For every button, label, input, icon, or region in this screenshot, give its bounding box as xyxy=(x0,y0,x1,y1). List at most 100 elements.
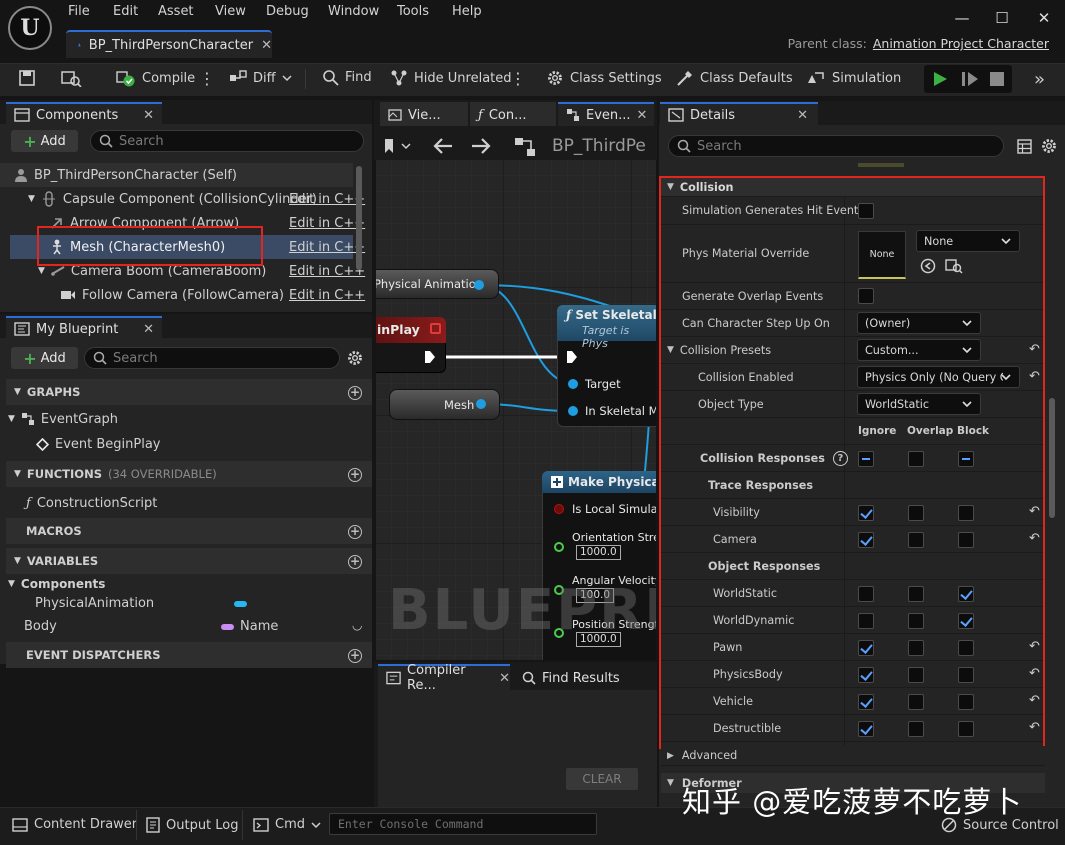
content-drawer-button[interactable]: Content Drawer xyxy=(12,817,137,832)
tab-find-results[interactable]: Find Results xyxy=(514,664,644,690)
add-blueprint-item-button[interactable]: + Add xyxy=(11,347,78,369)
close-icon[interactable]: ✕ xyxy=(143,108,154,123)
tab-my-blueprint[interactable]: My Blueprint ✕ xyxy=(6,316,162,340)
edit-in-cpp-link[interactable]: Edit in C++ xyxy=(289,288,365,303)
back-arrow-icon[interactable] xyxy=(432,137,454,155)
close-icon[interactable]: ✕ xyxy=(261,38,272,53)
component-root[interactable]: BP_ThirdPersonCharacter (Self) xyxy=(0,163,353,187)
menu-asset[interactable]: Asset xyxy=(158,4,194,19)
exec-in-pin[interactable] xyxy=(566,350,578,364)
camera-icon xyxy=(61,291,75,299)
gear-icon[interactable] xyxy=(346,349,364,367)
edit-in-cpp-link[interactable]: Edit in C++ xyxy=(289,264,365,279)
cmd-dropdown[interactable]: Cmd xyxy=(253,817,321,832)
table-view-icon[interactable] xyxy=(1017,139,1032,154)
toolbar-overflow-icon[interactable]: » xyxy=(1034,69,1045,90)
tab-event-graph[interactable]: Even... ✕ xyxy=(558,102,654,126)
variable-physical-animation[interactable]: PhysicalAnimation xyxy=(35,592,154,614)
graph-event-graph[interactable]: ▼ EventGraph xyxy=(8,407,118,431)
tab-details[interactable]: Details ✕ xyxy=(660,102,818,126)
input-pin[interactable] xyxy=(568,379,578,389)
add-macro-icon[interactable]: + xyxy=(348,525,362,539)
blueprint-search-input[interactable]: Search xyxy=(84,347,340,369)
menu-window[interactable]: Window xyxy=(328,4,379,19)
play-icon[interactable] xyxy=(931,70,949,88)
browse-icon[interactable] xyxy=(60,69,82,87)
close-icon[interactable]: ✕ xyxy=(797,108,808,123)
add-graph-icon[interactable]: + xyxy=(348,386,362,400)
save-icon[interactable] xyxy=(18,69,36,87)
close-icon[interactable]: ✕ xyxy=(143,322,154,337)
tab-viewport[interactable]: Vie... xyxy=(380,102,468,126)
section-graphs[interactable]: ▼ GRAPHS xyxy=(6,379,372,405)
add-function-icon[interactable]: + xyxy=(348,468,362,482)
menu-debug[interactable]: Debug xyxy=(266,4,309,19)
simulation-button[interactable]: Simulation xyxy=(806,69,901,87)
float-pin[interactable] xyxy=(554,542,564,552)
details-scrollbar[interactable] xyxy=(1049,398,1055,518)
maximize-button[interactable]: ☐ xyxy=(988,6,1016,30)
forward-arrow-icon[interactable] xyxy=(470,137,492,155)
variable-body[interactable]: Body xyxy=(24,615,57,637)
add-component-button[interactable]: + Add xyxy=(11,130,78,152)
menu-help[interactable]: Help xyxy=(452,4,482,19)
clear-button[interactable]: CLEAR xyxy=(566,768,638,790)
bookmark-icon[interactable] xyxy=(382,138,412,154)
menu-tools[interactable]: Tools xyxy=(397,4,429,19)
close-icon[interactable]: ✕ xyxy=(499,671,510,686)
output-pin[interactable] xyxy=(474,280,484,290)
exec-out-pin[interactable] xyxy=(424,350,436,364)
menu-view[interactable]: View xyxy=(215,4,246,19)
tab-components[interactable]: Components ✕ xyxy=(6,102,162,126)
output-pin[interactable] xyxy=(476,399,486,409)
object-type-pill-icon xyxy=(234,601,247,607)
gear-icon[interactable] xyxy=(1040,137,1058,155)
output-log-button[interactable]: Output Log xyxy=(146,817,239,833)
close-window-button[interactable]: ✕ xyxy=(1030,6,1058,30)
menu-edit[interactable]: Edit xyxy=(113,4,138,19)
diff-button[interactable]: Diff xyxy=(229,69,292,87)
eye-closed-icon[interactable]: ◡ xyxy=(352,618,362,632)
tab-construction-script[interactable]: ƒ Con... xyxy=(470,102,556,126)
tab-compiler-results[interactable]: Compiler Re... ✕ xyxy=(378,663,510,693)
more-options-icon[interactable]: ⋮ xyxy=(510,69,526,88)
unreal-logo[interactable]: U xyxy=(8,6,52,50)
add-event-dispatcher-icon[interactable]: + xyxy=(348,649,362,663)
document-tab[interactable]: BP_ThirdPersonCharacter ✕ xyxy=(66,30,272,58)
compile-button[interactable]: Compile xyxy=(116,69,195,87)
close-icon[interactable]: ✕ xyxy=(637,108,648,123)
input-pin[interactable] xyxy=(568,406,578,416)
tab-components-label: Components xyxy=(36,107,119,123)
hide-unrelated-button[interactable]: Hide Unrelated xyxy=(390,69,512,87)
section-variables[interactable]: ▼ VARIABLES xyxy=(6,548,372,574)
orientation-value-field[interactable]: 1000.0 xyxy=(576,545,621,560)
details-search-input[interactable]: Search xyxy=(668,135,1004,157)
components-search-input[interactable]: Search xyxy=(90,130,364,152)
edit-in-cpp-link[interactable]: Edit in C++ xyxy=(289,192,365,207)
find-button[interactable]: Find xyxy=(322,69,372,86)
parent-class-link[interactable]: Animation Project Character xyxy=(873,36,1049,51)
section-advanced[interactable]: ▶ Advanced xyxy=(661,746,1045,766)
class-settings-button[interactable]: Class Settings xyxy=(546,69,662,87)
menu-file[interactable]: File xyxy=(68,4,90,19)
stop-icon[interactable] xyxy=(989,71,1005,87)
event-graph-icon xyxy=(21,413,34,425)
function-construction-script[interactable]: ƒ ConstructionScript xyxy=(26,491,157,515)
compile-options-icon[interactable]: ⋮ xyxy=(199,69,215,88)
bool-pin[interactable] xyxy=(554,504,564,514)
class-defaults-button[interactable]: Class Defaults xyxy=(676,69,793,87)
console-command-input[interactable]: Enter Console Command xyxy=(329,813,597,835)
section-macros[interactable]: MACROS xyxy=(6,518,372,544)
blueprint-graph-canvas[interactable]: Physical Animation ginPlay Mesh ƒ Set Sk… xyxy=(376,160,656,660)
section-functions[interactable]: ▼ FUNCTIONS (34 OVERRIDABLE) xyxy=(6,461,372,487)
add-variable-icon[interactable]: + xyxy=(348,555,362,569)
step-icon[interactable] xyxy=(960,70,980,88)
components-scrollbar[interactable] xyxy=(356,166,362,270)
variable-type-label: Name xyxy=(240,618,279,634)
graph-breadcrumb[interactable]: BP_ThirdPe xyxy=(552,136,656,156)
edit-in-cpp-link[interactable]: Edit in C++ xyxy=(289,216,365,231)
section-event-dispatchers[interactable]: EVENT DISPATCHERS xyxy=(6,642,372,668)
graph-event-begin-play[interactable]: Event BeginPlay xyxy=(36,432,161,456)
minimize-button[interactable]: — xyxy=(948,6,976,30)
edit-in-cpp-link[interactable]: Edit in C++ xyxy=(289,240,365,255)
